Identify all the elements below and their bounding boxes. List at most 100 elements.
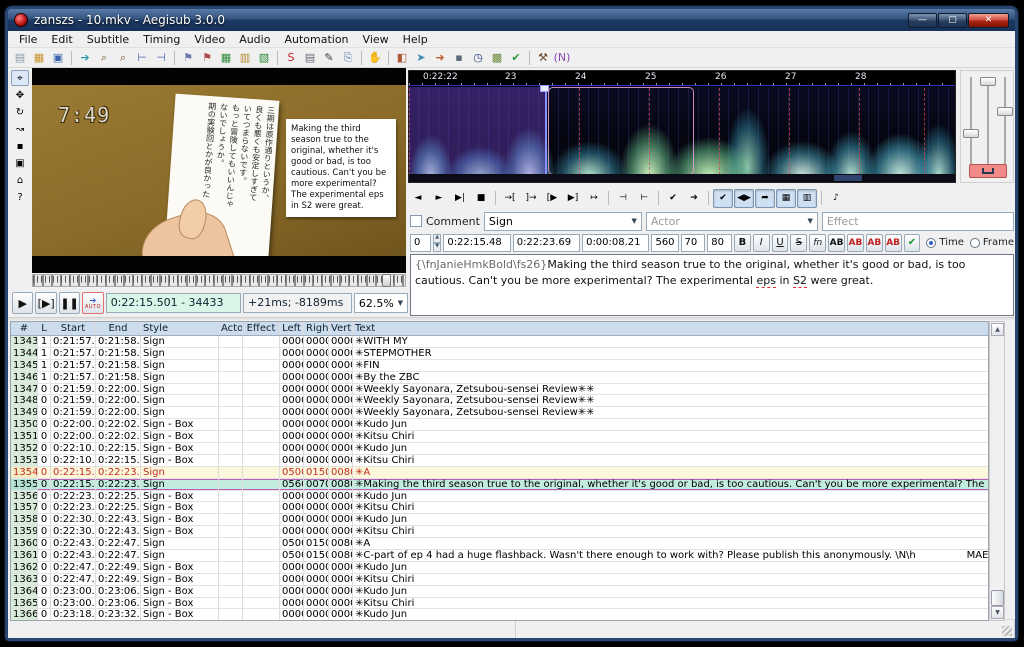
col-header-actor[interactable]: Actor (219, 322, 243, 335)
subtitle-row[interactable]: 1353 0 0:22:10.47 0:22:15.48 Sign - Box … (11, 455, 988, 467)
menu-item[interactable]: Help (396, 32, 435, 47)
col-header-right[interactable]: Right (304, 322, 329, 335)
italic-button[interactable]: I (753, 234, 770, 252)
lead-in-button[interactable]: ⊣ (613, 189, 633, 208)
volume-slider[interactable] (1004, 77, 1006, 165)
stop-button[interactable]: ■ (471, 189, 491, 208)
rotate-z-tool-icon[interactable]: ↻ (11, 104, 29, 120)
find-icon[interactable]: ⌕ (95, 49, 113, 66)
subtitle-row[interactable]: 1364 0 0:23:00.81 0:23:06.82 Sign - Box … (11, 586, 988, 598)
styling-assistant-icon[interactable]: S (282, 49, 300, 66)
auto-commit-toggle[interactable]: ✔ (713, 189, 733, 208)
play-to-end-button[interactable]: ↦ (584, 189, 604, 208)
standard-tool-icon[interactable]: ⌖ (11, 70, 29, 86)
menu-item[interactable]: View (356, 32, 396, 47)
shift-times-icon[interactable]: ⚑ (179, 49, 197, 66)
resample-resolution-icon[interactable]: ▩ (488, 49, 506, 66)
play-line-button[interactable]: [▶] (35, 292, 56, 314)
play-500ms-after-button[interactable]: ]→ (521, 189, 541, 208)
subtitle-row[interactable]: 1357 0 0:22:23.69 0:22:25.94 Sign - Box … (11, 502, 988, 514)
margin-left-input[interactable]: 560 (651, 234, 678, 252)
col-header-left[interactable]: Left (280, 322, 304, 335)
video-seek-handle[interactable] (382, 274, 391, 287)
rotate-xy-tool-icon[interactable]: ↝ (11, 121, 29, 137)
audio-scrollbar[interactable] (409, 174, 955, 182)
title-bar[interactable]: zanszs - 10.mkv - Aegisub 3.0.0 — ▢ ✕ (8, 9, 1015, 31)
scale-tool-icon[interactable]: ▪ (11, 138, 29, 154)
timing-postprocessor-icon[interactable]: ◷ (469, 49, 487, 66)
horizontal-zoom-slider[interactable] (970, 77, 972, 165)
spectrum-mode-toggle[interactable]: ▦ (776, 189, 796, 208)
subtitle-row[interactable]: 1347 0 0:21:59.17 0:22:00.42 Sign 0000 0… (11, 384, 988, 396)
auto-scroll-toggle[interactable]: ➦ (755, 189, 775, 208)
go-to-selection-button[interactable]: ➔ (684, 189, 704, 208)
maximize-button[interactable]: ▢ (938, 13, 967, 28)
subtitle-row[interactable]: 1361 0 0:22:43.46 0:22:47.55 Sign 0500 0… (11, 550, 988, 562)
col-header-style[interactable]: Style (141, 322, 219, 335)
auto-next-toggle[interactable]: ◀▶ (734, 189, 754, 208)
subtitle-edit-box[interactable]: {\fnJanieHmkBold\fs26}Making the third s… (410, 254, 1014, 316)
link-zoom-volume-toggle[interactable] (969, 164, 1007, 178)
video-display[interactable]: 7:49 三期は原作通りというか、良くも悪くも安定しすぎていてつまらないです。も… (32, 68, 406, 273)
volume-thumb[interactable] (997, 107, 1013, 116)
menu-item[interactable]: Automation (277, 32, 355, 47)
play-selection-button[interactable]: ▶| (450, 189, 470, 208)
layer-input[interactable]: 0 (410, 234, 431, 252)
play-button[interactable]: ▶ (12, 292, 33, 314)
underline-button[interactable]: U (772, 234, 789, 252)
margin-right-input[interactable]: 70 (681, 234, 706, 252)
pause-button[interactable]: ❚❚ (59, 292, 80, 314)
subtitle-row[interactable]: 1346 1 0:21:57.00 0:21:58.42 Sign 0000 0… (11, 372, 988, 384)
play-first-500ms-button[interactable]: [▶ (542, 189, 562, 208)
video-zoom-select[interactable]: 62.5%▼ (354, 293, 408, 313)
commit-button[interactable]: ✔ (904, 234, 921, 252)
subtitle-row[interactable]: 1349 0 0:21:59.17 0:22:00.42 Sign 0000 0… (11, 407, 988, 419)
menu-item[interactable]: Timing (136, 32, 187, 47)
panel-splitter[interactable] (8, 317, 1015, 320)
play-500ms-before-button[interactable]: →[ (500, 189, 520, 208)
select-lines-icon[interactable]: ⚑ (198, 49, 216, 66)
translation-assistant-icon[interactable]: ▤ (301, 49, 319, 66)
check-updates-icon[interactable]: ✔ (507, 49, 525, 66)
bold-button[interactable]: B (734, 234, 751, 252)
auto-seek-toggle[interactable]: ➔ AUTO (82, 292, 103, 314)
font-face-button[interactable]: fn (809, 234, 826, 252)
subtitle-row[interactable]: 1362 0 0:22:47.55 0:22:49.80 Sign - Box … (11, 562, 988, 574)
horizontal-zoom-thumb[interactable] (963, 129, 979, 138)
subtitle-row[interactable]: 1359 0 0:22:30.95 0:22:43.46 Sign - Box … (11, 526, 988, 538)
kanji-timer-icon[interactable]: ✎ (320, 49, 338, 66)
col-header-number[interactable]: # (11, 322, 38, 335)
start-time-input[interactable]: 0:22:15.48 (443, 234, 510, 252)
subtitle-row[interactable]: 1352 0 0:22:10.47 0:22:15.48 Sign - Box … (11, 443, 988, 455)
subtitle-row[interactable]: 1351 0 0:22:00.42 0:22:02.25 Sign - Box … (11, 431, 988, 443)
video-seek-bar[interactable] (32, 274, 406, 287)
subtitle-row[interactable]: 1343 1 0:21:57.00 0:21:58.42 Sign 0000 0… (11, 336, 988, 348)
actor-select[interactable]: Actor▼ (646, 212, 818, 231)
effect-input[interactable]: Effect (822, 212, 1014, 231)
subtitle-row[interactable]: 1358 0 0:22:30.95 0:22:43.46 Sign - Box … (11, 514, 988, 526)
snap-frame-icon[interactable]: ▪ (450, 49, 468, 66)
log-window-icon[interactable]: (N) (553, 49, 571, 66)
subtitle-row[interactable]: 1345 1 0:21:57.00 0:21:58.42 Sign 0000 0… (11, 360, 988, 372)
subtitle-row[interactable]: 1355 0 0:22:15.48 0:22:23.69 Sign 0560 0… (11, 479, 988, 491)
secondary-color-button[interactable]: AB (847, 234, 864, 252)
scroll-down-arrow-icon[interactable]: ▼ (991, 606, 1004, 619)
snap-end-to-video-icon[interactable]: ⊣ (152, 49, 170, 66)
styles-manager-icon[interactable]: ▦ (217, 49, 235, 66)
fonts-collector-icon[interactable]: ▧ (255, 49, 273, 66)
layer-stepper[interactable]: ▲▼ (433, 234, 441, 252)
menu-item[interactable]: Edit (44, 32, 79, 47)
find-next-icon[interactable]: ⌕ (114, 49, 132, 66)
menu-item[interactable]: Video (187, 32, 232, 47)
audio-scrollbar-thumb[interactable] (834, 175, 862, 181)
col-header-start[interactable]: Start (51, 322, 96, 335)
duration-input[interactable]: 0:00:08.21 (582, 234, 649, 252)
grid-scrollbar-thumb[interactable] (991, 590, 1004, 606)
col-header-vert[interactable]: Vert (329, 322, 353, 335)
help-icon[interactable]: ? (11, 189, 29, 205)
style-select[interactable]: Sign▼ (484, 212, 642, 231)
subtitle-row[interactable]: 1365 0 0:23:00.81 0:23:06.82 Sign - Box … (11, 598, 988, 610)
frame-radio[interactable]: Frame (970, 237, 1014, 248)
karaoke-mode-toggle[interactable]: ♪ (826, 189, 846, 208)
drag-tool-icon[interactable]: ✥ (11, 87, 29, 103)
